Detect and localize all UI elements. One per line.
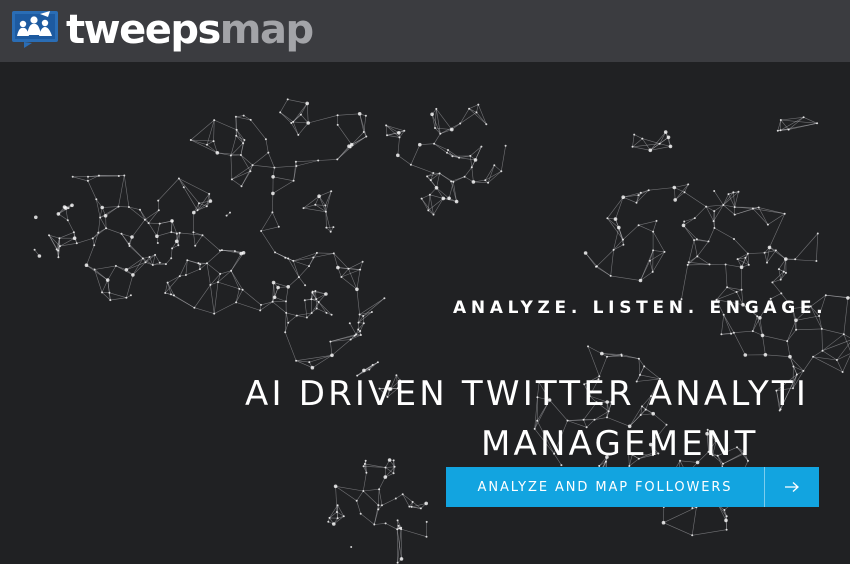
hero-tagline: ANALYZE. LISTEN. ENGAGE. — [453, 298, 828, 318]
brand-logo[interactable]: tweepsmap — [10, 6, 314, 54]
hero-headline-line2: MANAGEMENT — [481, 424, 759, 464]
people-on-monitor-icon — [12, 11, 58, 48]
brand-wordmark: tweepsmap — [66, 7, 314, 53]
top-navbar: tweepsmap — [0, 0, 850, 62]
brand-wordmark-secondary: map — [219, 7, 314, 53]
hero-headline-line1: AI DRIVEN TWITTER ANALYTI — [245, 374, 810, 414]
analyze-map-followers-button[interactable]: ANALYZE AND MAP FOLLOWERS — [446, 467, 819, 507]
cta-label: ANALYZE AND MAP FOLLOWERS — [477, 479, 733, 495]
brand-wordmark-primary: tweeps — [66, 7, 221, 53]
arrow-right-icon — [765, 481, 819, 493]
